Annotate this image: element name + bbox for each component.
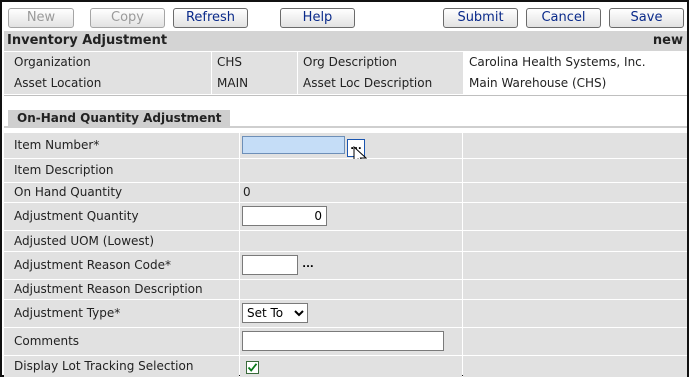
form-row-adjustment-type: Adjustment Type* Set To (4, 300, 687, 327)
asset-loc-description-value: Main Warehouse (CHS) (464, 73, 687, 94)
display-lot-tracking-checkbox[interactable] (246, 361, 259, 374)
adjustment-type-label: Adjustment Type* (4, 300, 239, 327)
form-row-item-number: Item Number* ... (4, 133, 687, 167)
reason-code-lookup-icon[interactable]: ... (299, 258, 317, 276)
copy-button[interactable]: Copy (90, 8, 165, 28)
adjustment-quantity-input[interactable] (242, 206, 327, 226)
adjustment-reason-description-value (240, 280, 462, 299)
adjustment-quantity-label: Adjustment Quantity (4, 203, 239, 230)
checkmark-icon (247, 363, 258, 372)
org-description-label: Org Description (298, 52, 463, 73)
page-title: Inventory Adjustment (7, 33, 168, 48)
adjustment-reason-description-label: Adjustment Reason Description (4, 280, 239, 299)
item-description-value (240, 159, 462, 182)
form-row-on-hand-quantity: On Hand Quantity 0 (4, 183, 687, 202)
display-lot-tracking-label: Display Lot Tracking Selection (4, 356, 239, 377)
submit-button[interactable]: Submit (443, 8, 518, 28)
window-frame: New Copy Refresh Help Submit Cancel Save… (0, 0, 689, 377)
adjusted-uom-label: Adjusted UOM (Lowest) (4, 231, 239, 251)
section-divider (4, 126, 687, 128)
asset-location-label: Asset Location (4, 73, 211, 94)
item-description-label: Item Description (4, 159, 239, 182)
display-lot-tracking-extra-cell (463, 356, 687, 377)
divider (4, 95, 687, 96)
form-row-comments: Comments (4, 328, 687, 355)
asset-location-value: MAIN (212, 73, 297, 94)
on-hand-quantity-label: On Hand Quantity (4, 183, 239, 202)
page-header: Inventory Adjustment new (4, 31, 687, 51)
comments-input[interactable] (242, 331, 444, 351)
adjustment-quantity-extra-cell (463, 203, 687, 230)
on-hand-quantity-value: 0 (240, 183, 462, 202)
form-row-adjustment-quantity: Adjustment Quantity (4, 203, 687, 230)
adjustment-reason-description-extra-cell (463, 280, 687, 299)
form-row-adjusted-uom: Adjusted UOM (Lowest) (4, 231, 687, 251)
organization-label: Organization (4, 52, 211, 73)
comments-extra-cell (463, 328, 687, 355)
form-row-display-lot-tracking: Display Lot Tracking Selection (4, 356, 687, 377)
comments-cell (240, 328, 462, 355)
form-row-adjustment-reason-code: Adjustment Reason Code* ... (4, 252, 687, 279)
record-status: new (652, 33, 683, 48)
info-row-asset-location: Asset Location MAIN Asset Loc Descriptio… (4, 73, 687, 94)
org-description-value: Carolina Health Systems, Inc. (464, 52, 687, 73)
adjustment-reason-code-cell: ... (240, 252, 462, 279)
adjustment-type-cell: Set To (240, 300, 462, 327)
adjustment-reason-code-input[interactable] (242, 255, 298, 275)
adjusted-uom-value (240, 231, 462, 251)
adjusted-uom-extra-cell (463, 231, 687, 251)
item-description-extra-cell (463, 159, 687, 182)
organization-value: CHS (212, 52, 297, 73)
adjustment-type-extra-cell (463, 300, 687, 327)
item-number-cell: ... (240, 133, 462, 167)
on-hand-quantity-extra-cell (463, 183, 687, 202)
comments-label: Comments (4, 328, 239, 355)
asset-loc-description-label: Asset Loc Description (298, 73, 463, 94)
display-lot-tracking-cell (240, 356, 462, 377)
item-number-input[interactable] (242, 136, 345, 154)
new-button[interactable]: New (8, 8, 74, 28)
form-row-adjustment-reason-description: Adjustment Reason Description (4, 280, 687, 299)
adjustment-reason-code-extra-cell (463, 252, 687, 279)
adjustment-type-select[interactable]: Set To (242, 303, 308, 323)
info-row-organization: Organization CHS Org Description Carolin… (4, 52, 687, 73)
adjustment-quantity-cell (240, 203, 462, 230)
cancel-button[interactable]: Cancel (526, 8, 601, 28)
item-number-label: Item Number* (4, 133, 239, 158)
form-row-item-description: Item Description (4, 159, 687, 182)
section-tab-on-hand-adjustment: On-Hand Quantity Adjustment (8, 110, 230, 127)
adjustment-reason-code-label: Adjustment Reason Code* (4, 252, 239, 279)
refresh-button[interactable]: Refresh (173, 8, 248, 28)
item-number-extra-cell (463, 133, 687, 158)
save-button[interactable]: Save (609, 8, 684, 28)
help-button[interactable]: Help (280, 8, 355, 28)
